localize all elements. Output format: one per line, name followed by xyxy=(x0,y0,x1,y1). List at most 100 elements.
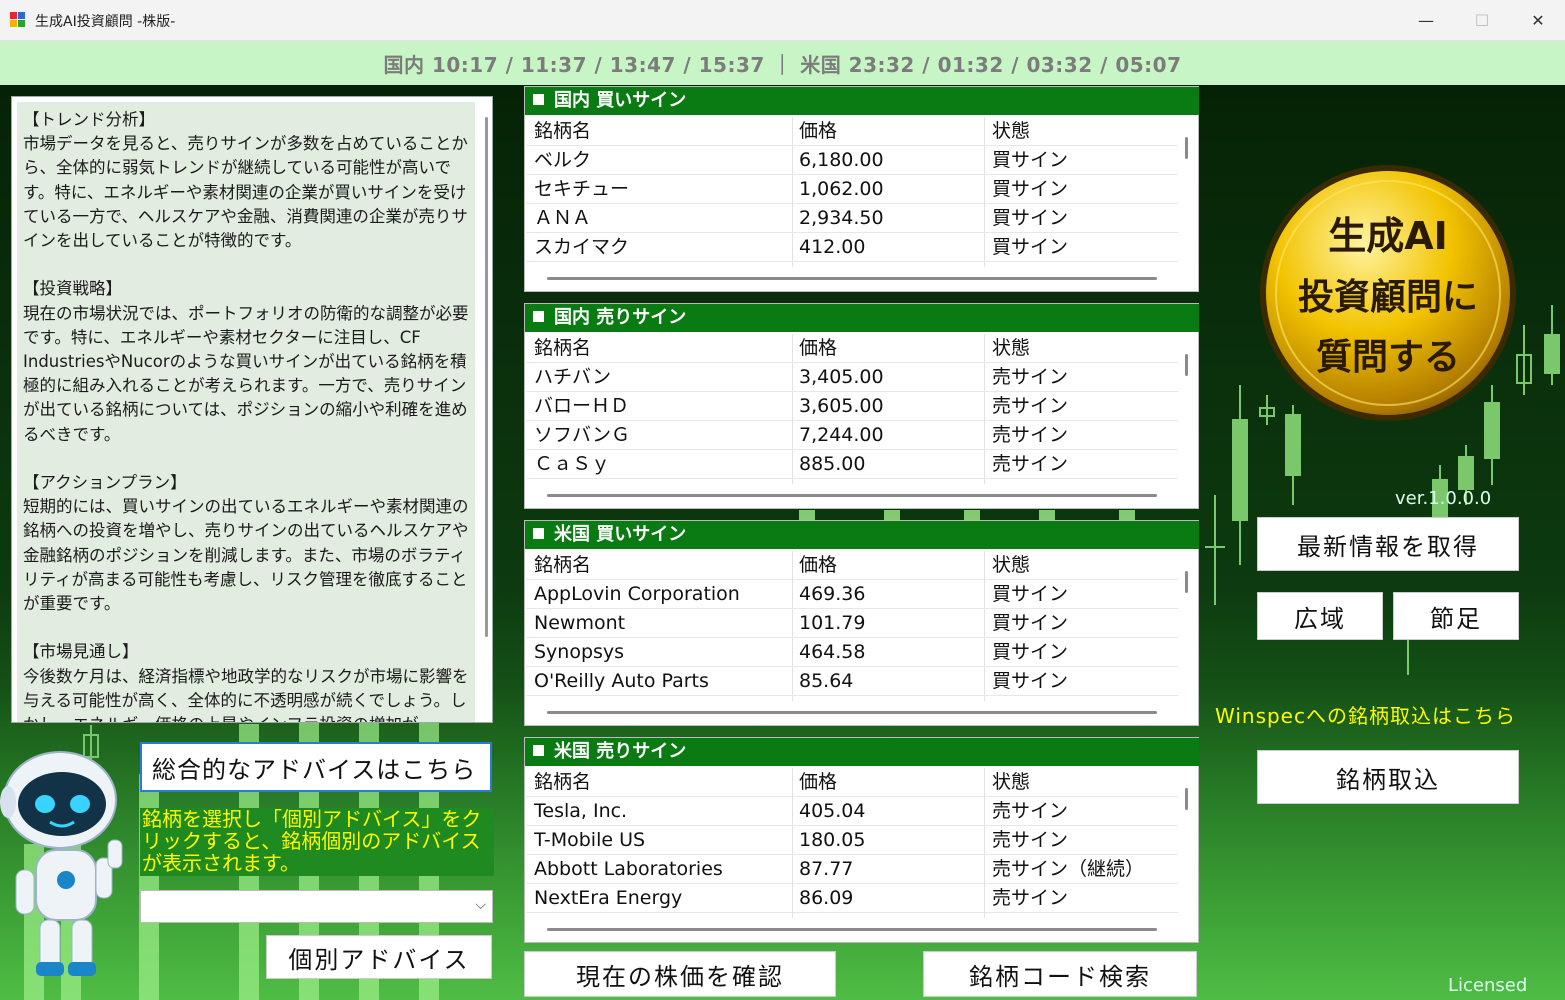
column-header-price[interactable]: 価格 xyxy=(799,551,984,580)
app-icon xyxy=(10,12,26,28)
version-label: ver.1.0.0.0 xyxy=(1395,488,1492,509)
individual-advice-button[interactable]: 個別アドバイス xyxy=(266,935,492,979)
column-header-name[interactable]: 銘柄名 xyxy=(534,768,792,797)
table-row[interactable]: ＡＮＡ 2,934.50 買サイン xyxy=(526,204,1178,233)
square-bullet-icon xyxy=(533,528,544,539)
import-stocks-button[interactable]: 銘柄取込 xyxy=(1257,750,1519,804)
table-row[interactable]: O'Reilly Auto Parts 85.64 買サイン xyxy=(526,667,1178,696)
column-header-name[interactable]: 銘柄名 xyxy=(534,551,792,580)
advice-scrollbar[interactable] xyxy=(485,117,488,637)
stock-status: 売サイン xyxy=(992,366,1069,388)
signal-table: 銘柄名 価格 状態 ハチバン 3,405.00 売サイン バローＨＤ 3,605.00 売サ… xyxy=(526,334,1178,484)
ask-ai-line2: 投資顧問に xyxy=(1298,277,1478,318)
stock-name: セキチュー xyxy=(534,178,630,200)
individual-advice-hint: 銘柄を選択し「個別アドバイス」をクリックすると、銘柄個別のアドバイスが表示されま… xyxy=(140,808,494,876)
stock-price: 2,934.50 xyxy=(799,207,884,229)
stock-status: 売サイン xyxy=(992,800,1069,822)
table-row[interactable]: Abbott Laboratories 87.77 売サイン（継続） xyxy=(526,855,1178,884)
square-bullet-icon xyxy=(533,745,544,756)
table-row[interactable]: T-Mobile US 180.05 売サイン xyxy=(526,826,1178,855)
horizontal-scrollbar[interactable] xyxy=(547,277,1157,280)
table-row[interactable]: AppLovin Corporation 469.36 買サイン xyxy=(526,580,1178,609)
column-header-name[interactable]: 銘柄名 xyxy=(534,117,792,146)
overall-advice-button[interactable]: 総合的なアドバイスはこちら xyxy=(140,742,492,792)
stock-name: ＣａＳｙ xyxy=(534,453,611,475)
vertical-scrollbar[interactable] xyxy=(1185,137,1188,159)
stock-price: 885.00 xyxy=(799,453,866,475)
node-button[interactable]: 節足 xyxy=(1393,592,1519,640)
vertical-scrollbar[interactable] xyxy=(1185,354,1188,376)
signal-table: 銘柄名 価格 状態 ベルク 6,180.00 買サイン セキチュー 1,062.00 買サイ… xyxy=(526,117,1178,267)
table-row[interactable]: ベルク 6,180.00 買サイン xyxy=(526,146,1178,175)
horizontal-scrollbar[interactable] xyxy=(547,494,1157,497)
advice-text-area[interactable]: 【トレンド分析】 市場データを見ると、売りサインが多数を占めていることから、全体… xyxy=(11,96,493,723)
stock-price: 101.79 xyxy=(799,612,866,634)
stock-price: 180.05 xyxy=(799,829,866,851)
panel-title: 国内 買いサイン xyxy=(554,90,687,111)
stock-price: 6,180.00 xyxy=(799,149,884,171)
panel-header: 国内 買いサイン xyxy=(525,87,1199,115)
column-header-status[interactable]: 状態 xyxy=(992,551,1178,580)
table-row[interactable]: セキチュー 1,062.00 買サイン xyxy=(526,175,1178,204)
stock-name: ソフバンＧ xyxy=(534,424,630,446)
table-header-row: 銘柄名 価格 状態 xyxy=(526,117,1178,146)
panel-header: 米国 売りサイン xyxy=(525,738,1199,766)
ask-ai-line1: 生成AI xyxy=(1328,214,1448,258)
stock-status: 売サイン xyxy=(992,424,1069,446)
vertical-scrollbar[interactable] xyxy=(1185,571,1188,593)
stock-name: ベルク xyxy=(534,149,592,171)
stock-price: 464.58 xyxy=(799,641,866,663)
panel-us-sell: 米国 売りサイン 銘柄名 価格 状態 Tesla, Inc. 405.04 売サイン T… xyxy=(524,737,1199,943)
robot-mascot-icon xyxy=(0,751,123,976)
stock-price: 7,244.00 xyxy=(799,424,884,446)
table-row[interactable]: Newmont 101.79 買サイン xyxy=(526,609,1178,638)
wide-area-button[interactable]: 広域 xyxy=(1257,592,1383,640)
column-header-price[interactable]: 価格 xyxy=(799,334,984,363)
panel-us-buy: 米国 買いサイン 銘柄名 価格 状態 AppLovin Corporation 469… xyxy=(524,520,1199,726)
stock-status: 買サイン xyxy=(992,236,1069,258)
close-button[interactable]: ✕ xyxy=(1510,0,1565,40)
vertical-scrollbar[interactable] xyxy=(1185,788,1188,810)
column-header-status[interactable]: 状態 xyxy=(992,334,1178,363)
panel-header: 米国 買いサイン xyxy=(525,521,1199,549)
title-bar: 生成AI投資顧問 -株版- — ☐ ✕ xyxy=(0,0,1565,41)
column-header-name[interactable]: 銘柄名 xyxy=(534,334,792,363)
table-row[interactable]: ソフバンＧ 7,244.00 売サイン xyxy=(526,421,1178,450)
stock-price: 3,405.00 xyxy=(799,366,884,388)
stock-price: 85.64 xyxy=(799,670,854,692)
minimize-button[interactable]: — xyxy=(1398,0,1454,40)
table-row[interactable]: ハチバン 3,405.00 売サイン xyxy=(526,363,1178,392)
table-header-row: 銘柄名 価格 状態 xyxy=(526,334,1178,363)
stock-price: 469.36 xyxy=(799,583,866,605)
column-header-status[interactable]: 状態 xyxy=(992,768,1178,797)
horizontal-scrollbar[interactable] xyxy=(547,711,1157,714)
table-row[interactable]: Synopsys 464.58 買サイン xyxy=(526,638,1178,667)
stock-name: Synopsys xyxy=(534,641,625,663)
table-row[interactable]: NextEra Energy 86.09 売サイン xyxy=(526,884,1178,913)
stock-name: Abbott Laboratories xyxy=(534,858,723,880)
column-header-price[interactable]: 価格 xyxy=(799,768,984,797)
maximize-button[interactable]: ☐ xyxy=(1454,0,1510,40)
table-row[interactable]: Tesla, Inc. 405.04 売サイン xyxy=(526,797,1178,826)
panel-header: 国内 売りサイン xyxy=(525,304,1199,332)
panel-title: 米国 買いサイン xyxy=(554,524,687,545)
table-row[interactable]: ＣａＳｙ 885.00 売サイン xyxy=(526,450,1178,479)
stock-price: 412.00 xyxy=(799,236,866,258)
table-row[interactable]: バローＨＤ 3,605.00 売サイン xyxy=(526,392,1178,421)
column-header-status[interactable]: 状態 xyxy=(992,117,1178,146)
stock-status: 買サイン xyxy=(992,612,1069,634)
table-header-row: 銘柄名 価格 状態 xyxy=(526,768,1178,797)
stock-select-dropdown[interactable]: ⌵ xyxy=(140,890,493,923)
stock-price: 1,062.00 xyxy=(799,178,884,200)
stock-status: 買サイン xyxy=(992,670,1069,692)
table-row[interactable]: スカイマク 412.00 買サイン xyxy=(526,233,1178,262)
column-header-price[interactable]: 価格 xyxy=(799,117,984,146)
ask-ai-advisor-button[interactable]: 生成AI 投資顧問に 質問する xyxy=(1258,163,1518,423)
stock-name: ハチバン xyxy=(534,366,611,388)
table-header-row: 銘柄名 価格 状態 xyxy=(526,551,1178,580)
stock-code-search-button[interactable]: 銘柄コード検索 xyxy=(923,951,1197,997)
check-current-price-button[interactable]: 現在の株価を確認 xyxy=(524,951,836,997)
get-latest-info-button[interactable]: 最新情報を取得 xyxy=(1257,517,1519,571)
horizontal-scrollbar[interactable] xyxy=(547,928,1157,931)
stock-status: 売サイン xyxy=(992,395,1069,417)
